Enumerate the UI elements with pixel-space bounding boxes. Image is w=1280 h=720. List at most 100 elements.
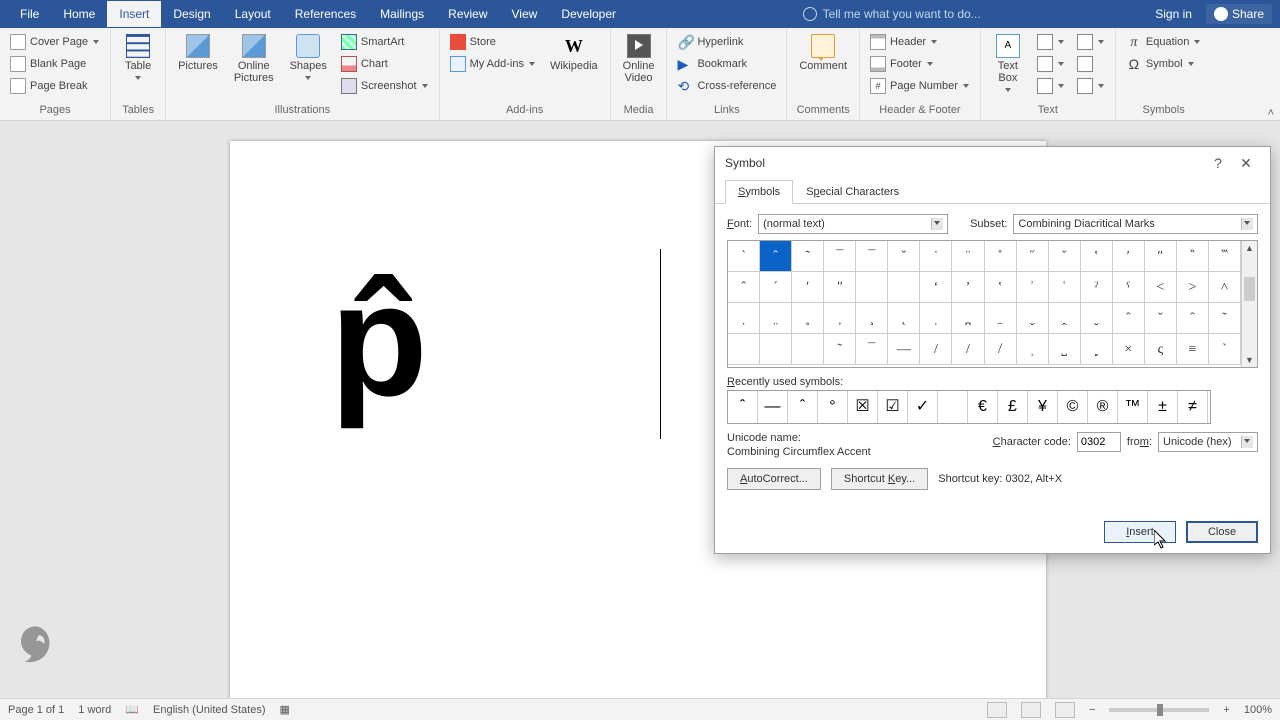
recent-symbol-cell[interactable]: ✓ (908, 391, 938, 423)
word-count[interactable]: 1 word (78, 704, 111, 716)
symbol-cell[interactable]: ̥ (792, 303, 824, 334)
symbol-cell[interactable]: ̹ (1017, 334, 1049, 365)
footer-button[interactable]: Footer (866, 54, 974, 74)
hyperlink-button[interactable]: 🔗Hyperlink (673, 32, 780, 52)
sign-in-link[interactable]: Sign in (1155, 7, 1192, 21)
tell-me-search[interactable]: Tell me what you want to do... (803, 7, 981, 21)
recent-symbol-cell[interactable]: © (1058, 391, 1088, 423)
symbol-cell[interactable]: ̣ (728, 303, 760, 334)
menu-tab-review[interactable]: Review (436, 1, 499, 27)
symbol-cell[interactable]: ´ (760, 272, 792, 303)
symbol-cell[interactable]: ¯ (856, 241, 888, 272)
symbol-button[interactable]: ΩSymbol (1122, 54, 1205, 74)
symbol-cell[interactable]: ʺ (824, 272, 856, 303)
symbol-cell[interactable]: ˘ (888, 241, 920, 272)
symbol-cell[interactable]: ‷ (1209, 241, 1241, 272)
dialog-titlebar[interactable]: Symbol ? ✕ (715, 147, 1270, 179)
symbol-cell[interactable]: ˆ (728, 272, 760, 303)
symbol-cell[interactable]: ̨ (888, 303, 920, 334)
symbol-cell[interactable]: ̩ (920, 303, 952, 334)
symbol-cell[interactable]: ʼ (952, 272, 984, 303)
smartart-button[interactable]: SmartArt (337, 32, 433, 52)
symbol-cell[interactable]: ̦ (824, 303, 856, 334)
symbol-cell[interactable]: ¯ (824, 241, 856, 272)
recent-symbol-cell[interactable]: ° (818, 391, 848, 423)
wordart-button[interactable] (1033, 54, 1069, 74)
symbol-cell[interactable]: ′ (1113, 241, 1145, 272)
quick-parts-button[interactable] (1033, 32, 1069, 52)
proofing-icon[interactable]: 📖 (125, 703, 139, 716)
recent-symbol-cell[interactable] (938, 391, 968, 423)
symbol-cell[interactable]: ˆ (1113, 303, 1145, 334)
scroll-up-button[interactable]: ▲ (1242, 241, 1257, 255)
autocorrect-button[interactable]: AutoCorrect... (727, 468, 821, 490)
symbol-cell[interactable]: ̤ (760, 303, 792, 334)
symbol-cell[interactable]: / (952, 334, 984, 365)
menu-tab-design[interactable]: Design (161, 1, 222, 27)
symbol-cell[interactable]: ¯ (856, 334, 888, 365)
symbol-cell[interactable]: ̧ (856, 303, 888, 334)
comment-button[interactable]: Comment (793, 32, 853, 74)
close-button[interactable]: Close (1186, 521, 1258, 543)
symbol-cell[interactable]: ̮ (1081, 303, 1113, 334)
symbol-cell[interactable] (888, 272, 920, 303)
macro-indicator-icon[interactable]: ▦ (280, 703, 290, 716)
symbol-cell[interactable]: ˇ (1145, 303, 1177, 334)
symbol-cell[interactable]: ˆ (760, 241, 792, 272)
symbol-cell[interactable]: ˀ (1081, 272, 1113, 303)
text-box-button[interactable]: AText Box (987, 32, 1029, 96)
recent-symbol-cell[interactable]: £ (998, 391, 1028, 423)
menu-tab-view[interactable]: View (500, 1, 550, 27)
scroll-down-button[interactable]: ▼ (1242, 353, 1257, 367)
symbol-cell[interactable] (728, 334, 760, 365)
from-dropdown[interactable]: Unicode (hex) (1158, 432, 1258, 452)
screenshot-button[interactable]: Screenshot (337, 76, 433, 96)
symbol-cell[interactable]: ˋ (728, 241, 760, 272)
symbol-cell[interactable]: — (888, 334, 920, 365)
symbol-cell[interactable]: ˚ (985, 241, 1017, 272)
object-button[interactable] (1073, 76, 1109, 96)
cover-page-button[interactable]: Cover Page (6, 32, 104, 52)
recent-symbol-cell[interactable]: ± (1148, 391, 1178, 423)
symbol-cell[interactable]: ˁ (1113, 272, 1145, 303)
recent-symbol-cell[interactable]: ☒ (848, 391, 878, 423)
table-button[interactable]: Table (117, 32, 159, 84)
menu-tab-layout[interactable]: Layout (223, 1, 283, 27)
page-status[interactable]: Page 1 of 1 (8, 704, 64, 716)
symbol-cell[interactable]: ˂ (1145, 272, 1177, 303)
chart-button[interactable]: Chart (337, 54, 433, 74)
recent-symbol-cell[interactable]: ≠ (1178, 391, 1208, 423)
symbol-cell[interactable] (856, 272, 888, 303)
symbol-cell[interactable]: ¨ (952, 241, 984, 272)
bookmark-button[interactable]: ▶Bookmark (673, 54, 780, 74)
collapse-ribbon-button[interactable]: ˄ (1268, 107, 1274, 119)
symbol-cell[interactable]: ″ (1145, 241, 1177, 272)
char-code-input[interactable] (1077, 432, 1121, 452)
symbol-cell[interactable]: ς (1145, 334, 1177, 365)
page-number-button[interactable]: #Page Number (866, 76, 974, 96)
web-layout-button[interactable] (1055, 702, 1075, 718)
symbol-cell[interactable]: ̺ (1049, 334, 1081, 365)
zoom-level[interactable]: 100% (1244, 704, 1272, 716)
symbol-cell[interactable]: ˜ (824, 334, 856, 365)
recent-symbol-cell[interactable]: ˆ (728, 391, 758, 423)
recent-symbol-cell[interactable]: — (758, 391, 788, 423)
symbol-cell[interactable]: ˄ (1209, 272, 1241, 303)
symbol-cell[interactable]: / (920, 334, 952, 365)
symbol-cell[interactable]: ˃ (1177, 272, 1209, 303)
symbol-cell[interactable]: ʹ (792, 272, 824, 303)
shapes-button[interactable]: Shapes (284, 32, 333, 84)
symbol-cell[interactable]: ̸ (985, 334, 1017, 365)
recent-symbol-cell[interactable]: ¥ (1028, 391, 1058, 423)
symbol-cell[interactable]: ˜ (792, 241, 824, 272)
grid-scrollbar[interactable]: ▲ ▼ (1241, 241, 1257, 367)
font-dropdown[interactable]: (normal text) (758, 214, 948, 234)
store-button[interactable]: Store (446, 32, 540, 52)
zoom-out-button[interactable]: − (1089, 704, 1095, 716)
symbol-cell[interactable]: ‛ (1081, 241, 1113, 272)
shortcut-key-button[interactable]: Shortcut Key... (831, 468, 928, 490)
symbol-cell[interactable]: ˆ (1177, 303, 1209, 334)
symbol-cell[interactable]: ʽ (985, 272, 1017, 303)
drop-cap-button[interactable] (1033, 76, 1069, 96)
read-mode-button[interactable] (987, 702, 1007, 718)
